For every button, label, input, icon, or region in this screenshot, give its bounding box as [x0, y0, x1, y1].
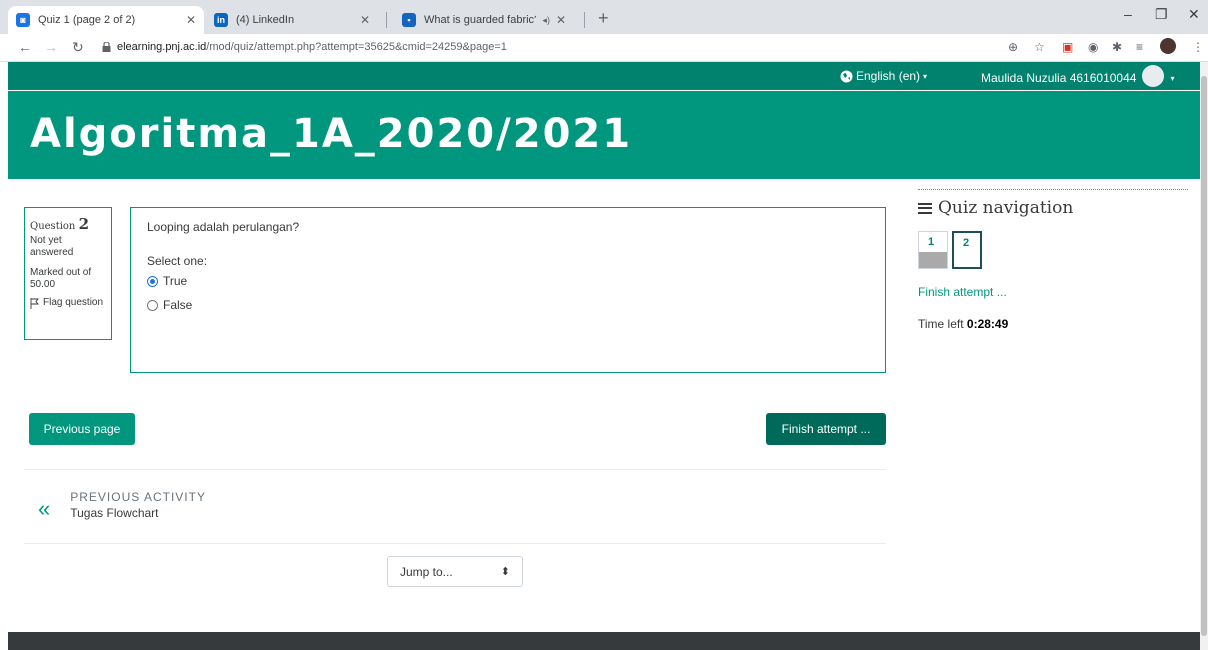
- moodle-favicon-icon: ◙: [16, 13, 30, 27]
- quiz-navigation-title: Quiz navigation: [918, 198, 1188, 218]
- close-tab-icon[interactable]: ✕: [186, 13, 196, 27]
- question-button-number: 2: [963, 237, 970, 249]
- tab-quiz[interactable]: ◙ Quiz 1 (page 2 of 2) ✕: [8, 6, 204, 34]
- address-bar: ← → ↻ elearning.pnj.ac.id/mod/quiz/attem…: [0, 34, 1208, 62]
- answer-option-false[interactable]: False: [147, 298, 869, 312]
- avatar: [1142, 65, 1165, 87]
- question-button-number: 1: [928, 236, 935, 248]
- reading-list-icon[interactable]: ≡: [1136, 40, 1143, 54]
- url-field[interactable]: elearning.pnj.ac.id/mod/quiz/attempt.php…: [117, 41, 507, 53]
- question-state: Not yet answered: [30, 235, 74, 258]
- question-number: Question 2: [30, 215, 106, 233]
- tab-guarded-fabric[interactable]: ▪ What is guarded fabric? ◂) ✕: [394, 6, 574, 34]
- reload-icon[interactable]: ↻: [72, 39, 84, 56]
- previous-activity-name: Tugas Flowchart: [70, 506, 159, 520]
- page-scrollbar[interactable]: [1200, 62, 1208, 650]
- back-icon[interactable]: ←: [18, 39, 32, 55]
- finish-attempt-button[interactable]: Finish attempt ...: [766, 413, 886, 445]
- quiz-nav-question-1[interactable]: 1: [918, 231, 948, 269]
- previous-page-button[interactable]: Previous page: [29, 413, 135, 445]
- minimize-icon[interactable]: –: [1124, 6, 1132, 22]
- caret-down-icon: ▾: [1170, 73, 1175, 83]
- course-title: Algoritma_1A_2020/2021: [30, 111, 633, 157]
- select-prompt: Select one:: [147, 254, 208, 268]
- finish-attempt-link[interactable]: Finish attempt ...: [918, 285, 1188, 299]
- language-menu[interactable]: English (en) ▾: [840, 69, 927, 83]
- answer-option-true[interactable]: True: [147, 274, 869, 288]
- double-chevron-left-icon: «: [38, 496, 51, 521]
- time-left-label: Time left: [918, 317, 964, 331]
- course-header: Algoritma_1A_2020/2021: [8, 91, 1200, 179]
- browser-menu-icon[interactable]: ⋮: [1192, 40, 1204, 54]
- tab-separator: [386, 12, 387, 28]
- caret-down-icon: ▾: [923, 71, 928, 81]
- radio-button[interactable]: [147, 299, 158, 311]
- select-caret-icon: ⬍: [500, 566, 510, 578]
- url-host: elearning.pnj.ac.id: [117, 41, 207, 53]
- quiz-nav-question-2[interactable]: 2: [952, 231, 982, 269]
- radio-button-selected[interactable]: [147, 275, 158, 287]
- flag-question-link[interactable]: Flag question: [30, 297, 106, 309]
- divider: [24, 469, 886, 470]
- top-navbar: English (en) ▾ Maulida Nuzulia 461601004…: [8, 62, 1200, 90]
- quiz-navigation-label: Quiz navigation: [938, 198, 1074, 218]
- tab-separator: [584, 12, 585, 28]
- globe-icon: [840, 70, 853, 82]
- restore-icon[interactable]: ❐: [1155, 6, 1168, 23]
- tab-title: Quiz 1 (page 2 of 2): [38, 14, 136, 26]
- forward-icon[interactable]: →: [44, 39, 58, 55]
- jump-to-select[interactable]: Jump to... ⬍: [387, 556, 523, 587]
- audio-icon[interactable]: ◂): [542, 15, 550, 26]
- extensions-puzzle-icon[interactable]: ✱: [1112, 40, 1122, 54]
- scrollbar-thumb[interactable]: [1201, 76, 1207, 636]
- extension-shield-icon[interactable]: ▣: [1062, 40, 1073, 54]
- question-number-value: 2: [78, 215, 89, 233]
- jump-to-label: Jump to...: [400, 565, 453, 579]
- hamburger-icon: [918, 202, 932, 214]
- bookmark-star-icon[interactable]: ☆: [1034, 40, 1045, 54]
- previous-activity-label: PREVIOUS ACTIVITY: [70, 490, 206, 504]
- zoom-icon[interactable]: ⊕: [1008, 40, 1018, 54]
- url-path: /mod/quiz/attempt.php?attempt=35625&cmid…: [206, 41, 507, 53]
- answer-label: False: [163, 298, 193, 312]
- flag-icon: [30, 298, 39, 309]
- question-content: Looping adalah perulangan? Select one: T…: [130, 207, 886, 373]
- question-label: Question: [30, 221, 76, 232]
- tab-title: (4) LinkedIn: [236, 14, 295, 26]
- user-name: Maulida Nuzulia 4616010044: [981, 71, 1137, 85]
- close-tab-icon[interactable]: ✕: [556, 13, 566, 27]
- quiz-navigation: Quiz navigation 1 2 Finish attempt ... T…: [918, 189, 1188, 331]
- lock-icon: [102, 42, 111, 52]
- video-favicon-icon: ▪: [402, 13, 416, 27]
- browser-tab-strip: ◙ Quiz 1 (page 2 of 2) ✕ in (4) LinkedIn…: [0, 0, 1208, 34]
- page-footer: [8, 632, 1200, 650]
- extension-circle-icon[interactable]: ◉: [1088, 40, 1098, 54]
- answer-label: True: [163, 274, 188, 288]
- profile-avatar-icon[interactable]: [1160, 38, 1176, 54]
- question-text: Looping adalah perulangan?: [147, 220, 300, 234]
- question-info: Question 2 Not yet answered Marked out o…: [24, 207, 112, 340]
- question-buttons: 1 2: [918, 231, 1188, 269]
- tab-linkedin[interactable]: in (4) LinkedIn ✕: [206, 6, 378, 34]
- time-left-value: 0:28:49: [966, 317, 1009, 331]
- close-tab-icon[interactable]: ✕: [360, 13, 370, 27]
- language-label: English (en): [856, 69, 921, 83]
- divider: [24, 543, 886, 544]
- linkedin-favicon-icon: in: [214, 13, 228, 27]
- flag-question-label: Flag question: [43, 297, 104, 308]
- close-window-icon[interactable]: ✕: [1188, 6, 1200, 23]
- new-tab-icon[interactable]: +: [598, 8, 609, 29]
- time-left: Time left 0:28:49: [918, 317, 1188, 331]
- user-menu[interactable]: Maulida Nuzulia 4616010044 ▾: [981, 65, 1175, 87]
- question-mark: Marked out of 50.00: [30, 267, 92, 290]
- previous-activity-link[interactable]: « PREVIOUS ACTIVITY Tugas Flowchart: [38, 490, 206, 522]
- answered-indicator: [919, 252, 947, 268]
- tab-title: What is guarded fabric?: [424, 14, 537, 26]
